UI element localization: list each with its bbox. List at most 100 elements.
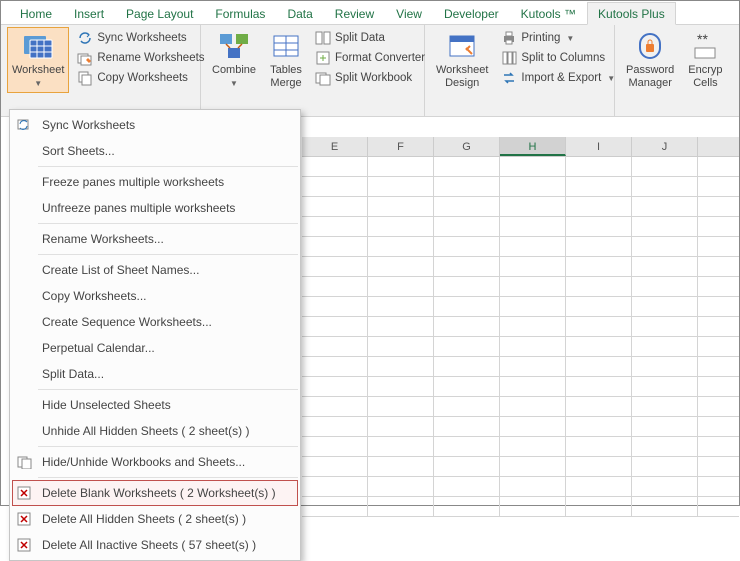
cell[interactable] xyxy=(302,377,368,396)
menu-item-unhide-all-hidden-sheets-sheet-s[interactable]: Unhide All Hidden Sheets ( 2 sheet(s) ) xyxy=(12,418,298,444)
menu-item-sync-worksheets[interactable]: Sync Worksheets xyxy=(12,112,298,138)
cell[interactable] xyxy=(632,397,698,416)
cell[interactable] xyxy=(632,457,698,476)
encrypt-cells-button[interactable]: ** Encryp Cells xyxy=(683,27,727,93)
menu-item-hide-unhide-workbooks-and-sheets[interactable]: Hide/Unhide Workbooks and Sheets... xyxy=(12,449,298,475)
grid-row[interactable] xyxy=(302,197,739,217)
cell[interactable] xyxy=(434,237,500,256)
cell[interactable] xyxy=(566,237,632,256)
cell[interactable] xyxy=(632,437,698,456)
cell[interactable] xyxy=(302,217,368,236)
split-workbook-button[interactable]: Split Workbook xyxy=(311,69,429,87)
cell[interactable] xyxy=(500,257,566,276)
cell[interactable] xyxy=(434,437,500,456)
cell[interactable] xyxy=(368,197,434,216)
combine-button[interactable]: Combine ▼ xyxy=(207,27,261,93)
format-converter-button[interactable]: Format Converter xyxy=(311,49,429,67)
cell[interactable] xyxy=(434,277,500,296)
tab-review[interactable]: Review xyxy=(324,2,385,24)
menu-item-copy-worksheets[interactable]: Copy Worksheets... xyxy=(12,283,298,309)
cell[interactable] xyxy=(566,277,632,296)
cell[interactable] xyxy=(632,357,698,376)
worksheet-design-button[interactable]: Worksheet Design xyxy=(431,27,493,93)
cell[interactable] xyxy=(632,377,698,396)
cell[interactable] xyxy=(368,397,434,416)
cell[interactable] xyxy=(566,157,632,176)
tables-merge-button[interactable]: Tables Merge xyxy=(265,27,307,93)
cell[interactable] xyxy=(500,297,566,316)
grid-row[interactable] xyxy=(302,397,739,417)
cell[interactable] xyxy=(434,497,500,516)
menu-item-delete-blank-worksheets-worksheet-s[interactable]: Delete Blank Worksheets ( 2 Worksheet(s)… xyxy=(12,480,298,506)
cell[interactable] xyxy=(632,277,698,296)
tab-page-layout[interactable]: Page Layout xyxy=(115,2,204,24)
cell[interactable] xyxy=(500,317,566,336)
cell[interactable] xyxy=(434,417,500,436)
cell[interactable] xyxy=(500,217,566,236)
cell[interactable] xyxy=(500,477,566,496)
tab-home[interactable]: Home xyxy=(9,2,63,24)
cell[interactable] xyxy=(500,277,566,296)
cell[interactable] xyxy=(500,197,566,216)
cell[interactable] xyxy=(566,477,632,496)
cell[interactable] xyxy=(500,457,566,476)
grid-row[interactable] xyxy=(302,497,739,517)
cell[interactable] xyxy=(500,497,566,516)
menu-item-create-sequence-worksheets[interactable]: Create Sequence Worksheets... xyxy=(12,309,298,335)
cell[interactable] xyxy=(566,177,632,196)
cell[interactable] xyxy=(368,337,434,356)
cell[interactable] xyxy=(434,477,500,496)
cell[interactable] xyxy=(566,497,632,516)
menu-item-hide-unselected-sheets[interactable]: Hide Unselected Sheets xyxy=(12,392,298,418)
cell[interactable] xyxy=(632,257,698,276)
grid-row[interactable] xyxy=(302,157,739,177)
cell[interactable] xyxy=(632,337,698,356)
menu-item-freeze-panes-multiple-worksheets[interactable]: Freeze panes multiple worksheets xyxy=(12,169,298,195)
grid-row[interactable] xyxy=(302,177,739,197)
menu-item-delete-all-inactive-sheets-sheet-s[interactable]: Delete All Inactive Sheets ( 57 sheet(s)… xyxy=(12,532,298,558)
cell[interactable] xyxy=(434,177,500,196)
menu-item-create-list-of-sheet-names[interactable]: Create List of Sheet Names... xyxy=(12,257,298,283)
cell[interactable] xyxy=(632,297,698,316)
grid-row[interactable] xyxy=(302,297,739,317)
cell[interactable] xyxy=(500,437,566,456)
split-to-columns-button[interactable]: Split to Columns xyxy=(497,49,619,67)
grid-row[interactable] xyxy=(302,237,739,257)
cell[interactable] xyxy=(566,257,632,276)
grid-row[interactable] xyxy=(302,377,739,397)
cell[interactable] xyxy=(302,277,368,296)
tab-insert[interactable]: Insert xyxy=(63,2,115,24)
cell[interactable] xyxy=(632,497,698,516)
menu-item-delete-all-hidden-sheets-sheet-s[interactable]: Delete All Hidden Sheets ( 2 sheet(s) ) xyxy=(12,506,298,532)
password-manager-button[interactable]: Password Manager xyxy=(621,27,679,93)
cell[interactable] xyxy=(302,237,368,256)
cell[interactable] xyxy=(632,477,698,496)
cell[interactable] xyxy=(566,317,632,336)
menu-item-sort-sheets[interactable]: Sort Sheets... xyxy=(12,138,298,164)
cell[interactable] xyxy=(500,377,566,396)
cell[interactable] xyxy=(302,197,368,216)
cell[interactable] xyxy=(566,457,632,476)
cell[interactable] xyxy=(368,477,434,496)
split-data-button[interactable]: Split Data xyxy=(311,29,429,47)
tab-data[interactable]: Data xyxy=(276,2,323,24)
cell[interactable] xyxy=(632,417,698,436)
column-header-G[interactable]: G xyxy=(434,137,500,156)
printing-button[interactable]: Printing ▼ xyxy=(497,29,619,47)
cell[interactable] xyxy=(434,297,500,316)
cell[interactable] xyxy=(368,317,434,336)
cell[interactable] xyxy=(302,357,368,376)
menu-item-unfreeze-panes-multiple-worksheets[interactable]: Unfreeze panes multiple worksheets xyxy=(12,195,298,221)
cell[interactable] xyxy=(434,457,500,476)
cell[interactable] xyxy=(368,177,434,196)
cell[interactable] xyxy=(368,357,434,376)
cell[interactable] xyxy=(434,397,500,416)
cell[interactable] xyxy=(632,157,698,176)
grid-row[interactable] xyxy=(302,257,739,277)
cell[interactable] xyxy=(632,317,698,336)
grid-row[interactable] xyxy=(302,457,739,477)
cell[interactable] xyxy=(566,217,632,236)
cell[interactable] xyxy=(302,317,368,336)
cell[interactable] xyxy=(368,377,434,396)
cell[interactable] xyxy=(566,337,632,356)
